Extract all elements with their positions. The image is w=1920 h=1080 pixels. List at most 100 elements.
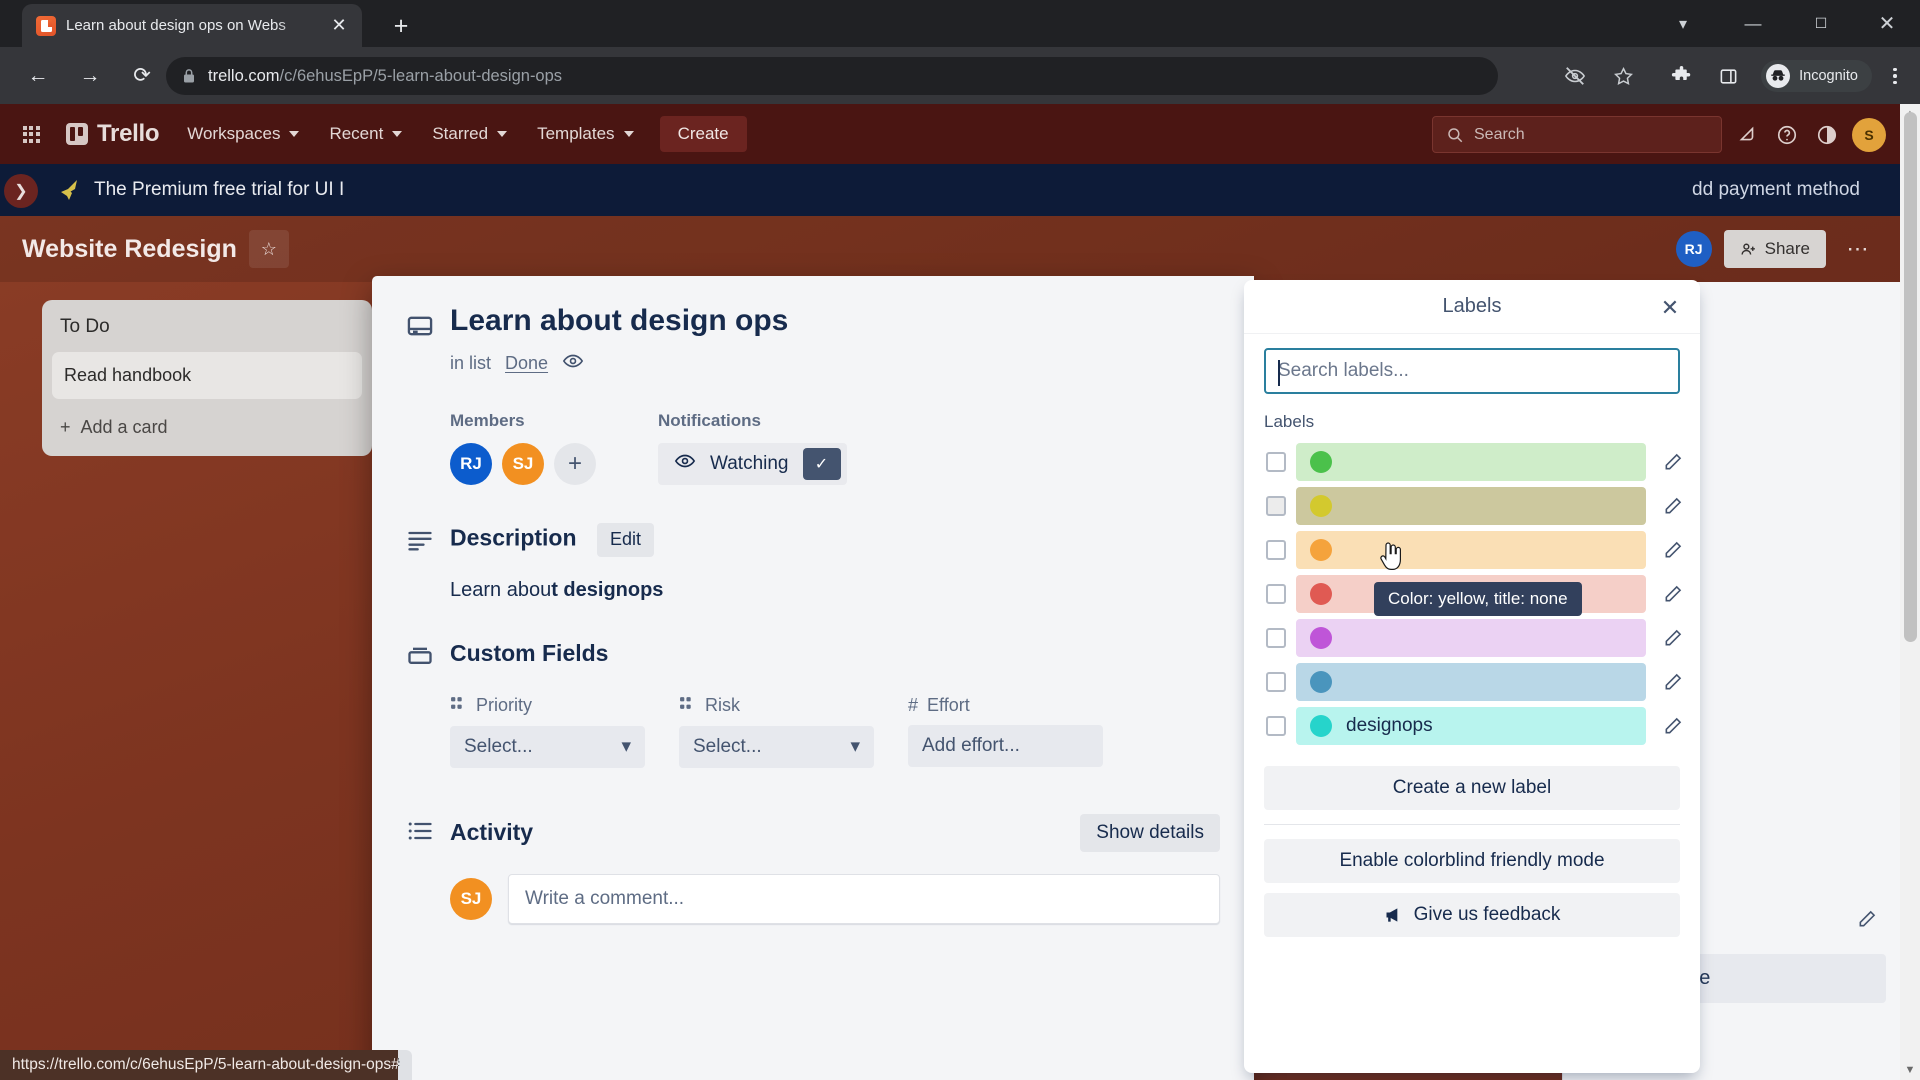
list-card[interactable]: Read handbook <box>52 352 362 399</box>
page-scrollbar[interactable]: ▲ ▼ <box>1900 104 1920 1080</box>
minimize-window-button[interactable]: — <box>1730 0 1776 47</box>
incognito-label: Incognito <box>1799 68 1858 84</box>
watching-toggle[interactable]: Watching ✓ <box>658 442 847 485</box>
add-member-button[interactable]: + <box>554 442 596 485</box>
label-swatch-blue[interactable] <box>1296 663 1646 701</box>
label-checkbox[interactable] <box>1266 452 1286 472</box>
new-tab-button[interactable]: + <box>385 10 417 42</box>
label-checkbox[interactable] <box>1266 716 1286 736</box>
promo-text: The Premium free trial for UI I <box>94 179 345 200</box>
star-board-icon[interactable]: ☆ <box>248 230 289 268</box>
risk-select[interactable]: Select... ▾ <box>679 725 874 768</box>
board-member-avatar[interactable]: RJ <box>1675 231 1712 267</box>
label-swatch-orange[interactable] <box>1296 531 1646 569</box>
label-row[interactable]: designops <box>1258 704 1690 748</box>
edit-pencil-icon[interactable] <box>1656 709 1690 743</box>
card-icon <box>406 312 434 340</box>
help-icon[interactable] <box>1770 118 1804 152</box>
member-avatar[interactable]: RJ <box>450 442 492 485</box>
label-row[interactable] <box>1258 440 1690 484</box>
search-icon <box>1448 127 1463 142</box>
trello-logo[interactable]: Trello <box>56 120 169 148</box>
app-switcher-icon[interactable] <box>14 117 48 151</box>
edit-pencil-icon[interactable] <box>1656 489 1690 523</box>
label-row[interactable] <box>1258 616 1690 660</box>
label-swatch-purple[interactable] <box>1296 619 1646 657</box>
description-bold: t designops <box>551 578 664 601</box>
reload-button[interactable]: ⟳ <box>120 54 164 98</box>
edit-description-button[interactable]: Edit <box>596 522 655 557</box>
create-button[interactable]: Create <box>659 116 747 152</box>
browser-tab[interactable]: Learn about design ops on Webs ✕ <box>22 4 362 47</box>
browser-menu-button[interactable] <box>1882 63 1908 89</box>
label-checkbox[interactable] <box>1266 628 1286 648</box>
notifications-bell-icon[interactable] <box>1730 118 1764 152</box>
nav-item-recent[interactable]: Recent <box>317 116 414 152</box>
bookmark-star-icon[interactable] <box>1608 61 1638 91</box>
address-bar[interactable]: trello.com/c/6ehusEpP/5-learn-about-desi… <box>166 57 1498 95</box>
user-avatar[interactable]: S <box>1852 118 1886 152</box>
promo-link[interactable]: dd payment method <box>1692 179 1860 201</box>
edit-pencil-icon[interactable] <box>1656 577 1690 611</box>
members-label: Members <box>450 410 525 430</box>
share-label: Share <box>1764 239 1810 258</box>
page-scrollbar-thumb[interactable] <box>1904 112 1917 642</box>
tab-search-chevron-icon[interactable]: ▾ <box>1660 0 1706 47</box>
chevron-down-icon <box>623 131 634 137</box>
label-row[interactable] <box>1258 660 1690 704</box>
nav-item-workspaces[interactable]: Workspaces <box>175 116 311 152</box>
label-checkbox[interactable] <box>1266 672 1286 692</box>
nav-label: Workspaces <box>187 124 281 143</box>
close-tab-icon[interactable]: ✕ <box>326 13 352 39</box>
label-row[interactable] <box>1258 528 1690 572</box>
list-title[interactable]: To Do <box>52 310 362 352</box>
back-button[interactable]: ← <box>16 54 60 98</box>
give-feedback-button[interactable]: Give us feedback <box>1264 893 1680 937</box>
extensions-icon[interactable] <box>1666 61 1696 91</box>
watch-eye-icon[interactable] <box>562 350 584 377</box>
label-swatch-designops[interactable]: designops <box>1296 707 1646 745</box>
edit-pencil-icon[interactable] <box>1656 621 1690 655</box>
add-card-button[interactable]: + Add a card <box>52 407 362 450</box>
priority-select[interactable]: Select... ▾ <box>450 725 645 768</box>
sidebar-expand-button[interactable]: ❯ <box>4 174 38 208</box>
label-checkbox[interactable] <box>1266 496 1286 516</box>
colorblind-mode-button[interactable]: Enable colorblind friendly mode <box>1264 839 1680 883</box>
share-button[interactable]: Share <box>1723 230 1826 268</box>
side-panel-icon[interactable] <box>1713 61 1743 91</box>
label-swatch-green[interactable] <box>1296 443 1646 481</box>
close-icon[interactable]: ✕ <box>1654 292 1686 324</box>
nav-item-templates[interactable]: Templates <box>525 116 645 152</box>
create-new-label-button[interactable]: Create a new label <box>1264 766 1680 810</box>
maximize-window-button[interactable]: ☐ <box>1798 0 1844 47</box>
edit-pencil-icon[interactable] <box>1852 904 1882 934</box>
edit-pencil-icon[interactable] <box>1656 445 1690 479</box>
nav-label: Starred <box>432 124 489 143</box>
edit-pencil-icon[interactable] <box>1656 665 1690 699</box>
label-swatch-yellow[interactable] <box>1296 487 1646 525</box>
incognito-avatar-icon <box>1766 64 1791 88</box>
comment-input[interactable]: Write a comment... <box>508 873 1220 924</box>
board-menu-icon[interactable]: ⋯ <box>1838 230 1878 268</box>
effort-input[interactable]: Add effort... <box>908 724 1103 767</box>
card-title[interactable]: Learn about design ops <box>450 302 788 340</box>
nav-item-starred[interactable]: Starred <box>420 116 519 152</box>
scroll-down-arrow-icon[interactable]: ▼ <box>1904 1064 1916 1076</box>
label-search-input[interactable]: Search labels... <box>1264 348 1680 394</box>
description-text[interactable]: Learn about designops <box>450 579 1220 602</box>
hide-tracking-icon[interactable] <box>1560 61 1590 91</box>
theme-toggle-icon[interactable] <box>1810 118 1844 152</box>
incognito-profile-button[interactable]: Incognito <box>1761 60 1872 92</box>
card-list-link[interactable]: Done <box>505 353 548 374</box>
watching-check-icon[interactable]: ✓ <box>802 447 841 480</box>
label-checkbox[interactable] <box>1266 584 1286 604</box>
forward-button[interactable]: → <box>68 54 112 98</box>
edit-pencil-icon[interactable] <box>1656 533 1690 567</box>
nav-search-input[interactable]: Search <box>1432 116 1722 153</box>
label-checkbox[interactable] <box>1266 540 1286 560</box>
label-row[interactable] <box>1258 484 1690 528</box>
member-avatar[interactable]: SJ <box>502 442 544 485</box>
show-details-button[interactable]: Show details <box>1080 813 1220 852</box>
close-window-button[interactable]: ✕ <box>1864 0 1910 47</box>
chevron-down-icon <box>289 131 300 137</box>
